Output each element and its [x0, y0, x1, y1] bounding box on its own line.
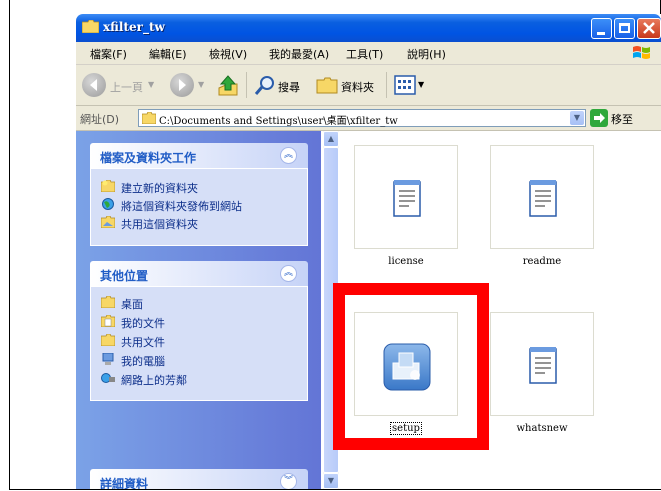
- standard-toolbar: 上一頁 ▼ ▼ 搜尋 資料夾 ▼: [76, 65, 661, 106]
- network-icon: [101, 373, 115, 383]
- collapse-chevron-icon[interactable]: ︽: [280, 147, 297, 164]
- maximize-button[interactable]: [614, 18, 635, 39]
- windows-flag-icon: [633, 46, 650, 59]
- go-button[interactable]: 移至: [611, 111, 633, 127]
- scroll-down-button[interactable]: ▼: [323, 473, 339, 489]
- close-button[interactable]: [637, 18, 661, 39]
- other-places-header[interactable]: 其他位置 ︽: [90, 261, 308, 286]
- computer-icon: [102, 353, 114, 365]
- menu-help[interactable]: 說明(H): [407, 46, 446, 62]
- file-thumbnail: [490, 145, 594, 249]
- address-label: 網址(D): [80, 113, 120, 126]
- maximize-icon: [619, 23, 630, 33]
- menu-edit[interactable]: 編輯(E): [149, 46, 187, 62]
- notepad-document-icon: [393, 180, 421, 217]
- address-path: C:\Documents and Settings\user\桌面\xfilte…: [159, 116, 398, 127]
- menu-favorites[interactable]: 我的最愛(A): [269, 46, 329, 62]
- place-network[interactable]: 網路上的芳鄰: [101, 371, 301, 387]
- back-arrow-icon: [90, 79, 97, 91]
- documents-folder-icon: [101, 315, 115, 327]
- panel-title: 詳細資料: [100, 477, 149, 489]
- up-folder-icon[interactable]: [216, 74, 240, 98]
- toolbar-separator-2: [386, 72, 387, 98]
- new-folder-icon: [101, 180, 115, 192]
- file-name: whatsnew: [516, 423, 568, 434]
- globe-icon: [102, 198, 114, 210]
- scroll-up-button[interactable]: ▲: [323, 131, 339, 147]
- file-thumbnail: [490, 312, 594, 416]
- forward-button[interactable]: [170, 73, 194, 97]
- minimize-icon: [597, 32, 605, 35]
- views-dropdown-icon[interactable]: ▼: [418, 80, 424, 89]
- menu-tools[interactable]: 工具(T): [346, 46, 383, 62]
- task-pane: 檔案及資料夾工作 ︽ 建立新的資料夾 將這個資料夾發佈到網站 共用這個資料夾 其…: [76, 131, 321, 489]
- file-name: license: [388, 256, 424, 267]
- toolbar-separator: [246, 72, 247, 98]
- folders-button[interactable]: 資料夾: [341, 79, 374, 95]
- back-dropdown-icon[interactable]: ▼: [148, 80, 154, 89]
- folder-icon: [82, 20, 99, 33]
- other-places-body: 桌面 我的文件 共用文件 我的電腦 網路上的芳鄰: [90, 286, 308, 401]
- folders-icon[interactable]: [316, 75, 338, 95]
- file-thumbnail: [354, 145, 458, 249]
- collapse-chevron-icon[interactable]: ︽: [280, 265, 297, 282]
- notepad-document-icon: [529, 347, 557, 384]
- address-bar: 網址(D) C:\Documents and Settings\user\桌面\…: [76, 106, 661, 131]
- back-label[interactable]: 上一頁: [110, 79, 143, 95]
- close-icon: [643, 22, 655, 34]
- search-button[interactable]: 搜尋: [278, 79, 300, 95]
- panel-title: 其他位置: [100, 269, 149, 283]
- task-share-folder[interactable]: 共用這個資料夾: [101, 215, 301, 231]
- search-icon[interactable]: [254, 74, 276, 96]
- place-my-computer[interactable]: 我的電腦: [101, 352, 301, 368]
- address-dropdown-button[interactable]: ▼: [570, 111, 584, 125]
- place-my-documents[interactable]: 我的文件: [101, 314, 301, 330]
- place-desktop[interactable]: 桌面: [101, 295, 301, 311]
- highlight-box: [333, 283, 489, 450]
- go-arrow-icon[interactable]: [590, 109, 608, 127]
- desktop-folder-icon: [101, 296, 115, 308]
- notepad-document-icon: [529, 180, 557, 217]
- windows-logo: [624, 42, 661, 64]
- file-tasks-header[interactable]: 檔案及資料夾工作 ︽: [90, 143, 308, 168]
- menu-view[interactable]: 檢視(V): [209, 46, 247, 62]
- forward-dropdown-icon[interactable]: ▼: [198, 80, 204, 89]
- file-name: readme: [522, 256, 562, 267]
- shared-documents-folder-icon: [101, 334, 115, 346]
- expand-chevron-icon[interactable]: ︾: [280, 473, 297, 489]
- folder-icon: [142, 112, 156, 124]
- place-shared-documents[interactable]: 共用文件: [101, 333, 301, 349]
- file-tasks-body: 建立新的資料夾 將這個資料夾發佈到網站 共用這個資料夾: [90, 168, 308, 246]
- menu-bar: 檔案(F) 編輯(E) 檢視(V) 我的最愛(A) 工具(T) 說明(H): [76, 42, 661, 65]
- views-icon[interactable]: [394, 75, 416, 95]
- task-new-folder[interactable]: 建立新的資料夾: [101, 179, 301, 195]
- back-button[interactable]: [82, 73, 106, 97]
- window-title: xfilter_tw: [103, 20, 165, 34]
- minimize-button[interactable]: [591, 18, 612, 39]
- menu-file[interactable]: 檔案(F): [90, 46, 127, 62]
- address-field[interactable]: C:\Documents and Settings\user\桌面\xfilte…: [138, 109, 586, 127]
- details-header[interactable]: 詳細資料 ︾: [90, 469, 308, 489]
- forward-arrow-icon: [179, 79, 186, 91]
- task-publish-web[interactable]: 將這個資料夾發佈到網站: [101, 197, 301, 213]
- shared-folder-icon: [101, 216, 115, 228]
- title-bar[interactable]: xfilter_tw: [76, 14, 661, 42]
- panel-title: 檔案及資料夾工作: [100, 151, 197, 165]
